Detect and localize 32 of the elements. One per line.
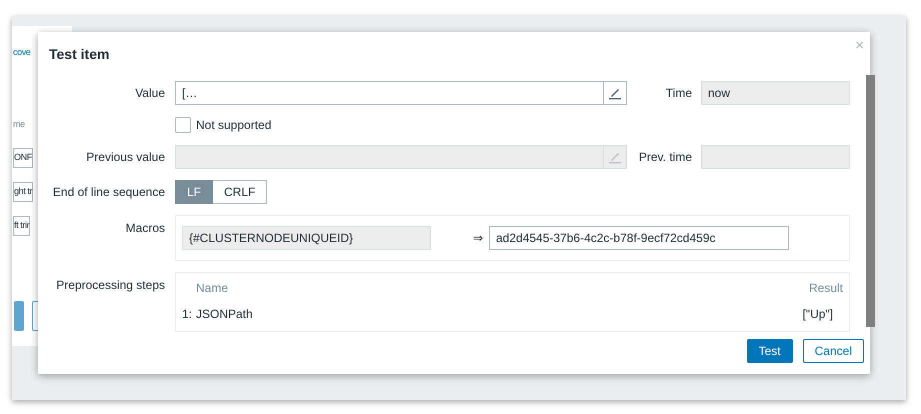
- step-name: JSONPath: [196, 307, 253, 321]
- scrollbar[interactable]: [866, 75, 875, 327]
- field-label: Preprocessing steps: [55, 277, 165, 294]
- breadcrumb-link[interactable]: cove: [13, 46, 30, 60]
- dialog-title: Test item: [49, 45, 110, 64]
- test-button[interactable]: Test: [746, 339, 793, 363]
- field-label: Prev. time: [638, 149, 692, 166]
- macro-field[interactable]: {#CLUSTERNODEUNIQUEID}: [182, 226, 431, 250]
- field-label: Macros: [124, 220, 165, 237]
- cancel-button[interactable]: Cancel: [802, 339, 864, 363]
- pencil-icon: [608, 86, 622, 100]
- edit-button[interactable]: [604, 81, 627, 105]
- step-number: 1:: [182, 307, 192, 321]
- field-label: End of line sequence: [52, 184, 165, 201]
- toggle-option[interactable]: CRLF: [213, 180, 268, 204]
- field-label: Previous value: [85, 149, 165, 166]
- column-header: Result: [808, 281, 843, 295]
- field-label: Value: [134, 85, 165, 102]
- step-result: ["Up"]: [802, 307, 833, 321]
- primary-button[interactable]: [14, 301, 24, 331]
- arrow-symbol: ⇒: [473, 230, 483, 247]
- pencil-icon: [608, 150, 622, 164]
- text-field[interactable]: ONF: [13, 148, 33, 168]
- field-label: me: [13, 118, 25, 131]
- text-field[interactable]: ft trir: [13, 216, 30, 236]
- macro-value-field[interactable]: ad2d4545-37b6-4c2c-b78f-9ecf72cd459c: [489, 226, 789, 250]
- text-field[interactable]: ght tr: [13, 182, 34, 202]
- column-header: Name: [196, 281, 228, 295]
- field-label: Time: [664, 85, 692, 102]
- checkbox-label: Not supported: [196, 117, 272, 134]
- value-field[interactable]: […: [175, 81, 604, 105]
- checkbox[interactable]: [175, 117, 191, 133]
